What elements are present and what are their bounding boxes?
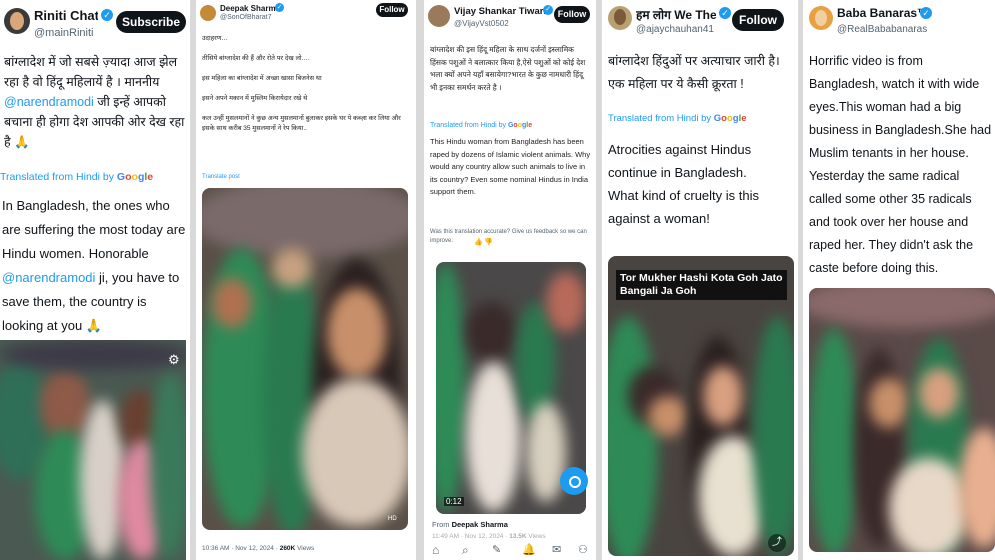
compose-icon[interactable]: ✎ (492, 543, 501, 556)
home-icon[interactable]: ⌂ (432, 543, 439, 557)
translated-text: Translated from Hindi by (430, 122, 506, 129)
translated-label[interactable]: Translated from Hindi by Google (608, 113, 747, 124)
notifications-icon[interactable]: 🔔 (522, 543, 536, 556)
post-text-hindi: उदाहरण… तीसिये बांग्लादेश की हैं और रोते… (202, 35, 401, 132)
from-name: Deepak Sharma (451, 520, 508, 529)
author-handle[interactable]: @SonOfBharat7 (220, 14, 271, 21)
video-caption: Tor Mukher Hashi Kota Goh Jato Bangali J… (616, 270, 787, 301)
tweet-card-riniti: Riniti Chatter... ✓ @mainRiniti Subscrib… (0, 0, 190, 560)
translation-feedback: Was this translation accurate? Give us f… (430, 229, 589, 244)
play-button[interactable] (560, 467, 588, 495)
view-count: 13.5K (509, 533, 527, 540)
views-label: Views (297, 545, 315, 552)
post-text-hindi: बांग्लादेश हिंदुओं पर अत्याचार जारी है। … (608, 54, 780, 91)
hd-badge: HD (388, 516, 397, 522)
avatar[interactable] (428, 5, 450, 27)
communities-icon[interactable]: ⚇ (578, 543, 588, 556)
author-name[interactable]: Deepak Sharma (220, 4, 280, 13)
verified-icon: ✓ (719, 7, 731, 19)
tweet-card-ajay: हम लोग We The... ✓ @ajaychauhan41 Follow… (602, 0, 798, 560)
follow-button[interactable]: Follow (376, 3, 408, 17)
post-text-english: Horrific video is from Bangladesh, watch… (809, 54, 995, 275)
subscribe-button[interactable]: Subscribe (116, 11, 186, 33)
post-text-hindi: बांग्लादेश में जो सबसे ज़्यादा आज झेल रह… (4, 55, 188, 149)
author-name[interactable]: Vijay Shankar Tiwari (454, 6, 546, 17)
verified-icon: ✓ (275, 3, 284, 12)
post-text-hindi: बांग्लादेश की इस हिंदू महिला के साथ दर्ज… (430, 45, 588, 92)
post-video[interactable] (608, 256, 794, 556)
post-timestamp: 11:49 AM · Nov 12, 2024 · 13.5K Views (432, 533, 546, 540)
post-timestamp: 10:36 AM · Nov 12, 2024 · 260K Views (202, 545, 314, 552)
from-attribution[interactable]: From Deepak Sharma (432, 520, 508, 529)
translated-label[interactable]: Translated from Hindi by Google (0, 171, 153, 183)
tweet-card-baba: Baba Banaras™ ✓ @RealBababanaras Horrifi… (803, 0, 995, 560)
follow-button[interactable]: Follow (554, 6, 590, 23)
avatar[interactable] (809, 6, 833, 30)
author-handle[interactable]: @VijayVst0502 (454, 19, 509, 28)
translated-text: Translated from Hindi by (0, 171, 114, 183)
view-count: 260K (279, 545, 296, 552)
verified-icon: ✓ (543, 5, 553, 15)
author-handle[interactable]: @RealBababanaras (837, 24, 927, 35)
post-video[interactable] (809, 288, 995, 552)
author-handle[interactable]: @ajaychauhan41 (636, 24, 714, 35)
tweet-card-vijay: Vijay Shankar Tiwari ✓ @VijayVst0502 Fol… (424, 0, 596, 560)
avatar[interactable] (608, 6, 632, 30)
views-label: Views (528, 533, 546, 540)
post-text-english: This Hindu woman from Bangladesh has bee… (430, 137, 593, 196)
verified-icon: ✓ (920, 7, 932, 19)
from-label: From (432, 520, 450, 529)
translated-label[interactable]: Translated from Hindi by Google (430, 122, 532, 129)
post-video[interactable] (0, 340, 186, 560)
author-handle[interactable]: @mainRiniti (34, 27, 93, 39)
avatar[interactable] (4, 8, 30, 34)
verified-icon: ✓ (101, 9, 113, 21)
post-text-english: Atrocities against Hindus continue in Ba… (608, 142, 759, 226)
google-logo: Google (116, 171, 154, 183)
thumbs-down-icon[interactable]: 👎 (484, 238, 493, 246)
messages-icon[interactable]: ✉ (552, 543, 561, 556)
follow-button[interactable]: Follow (732, 9, 784, 31)
avatar[interactable] (200, 5, 216, 21)
translated-text: Translated from Hindi by (608, 113, 712, 124)
author-name[interactable]: हम लोग We The... (636, 6, 716, 23)
thumbs-up-icon[interactable]: 👍 (474, 238, 483, 246)
post-text-english: In Bangladesh, the ones who are sufferin… (2, 198, 189, 333)
share-icon[interactable]: ⤴ (768, 534, 786, 552)
google-logo: Google (713, 113, 747, 124)
post-time: 11:49 AM · Nov 12, 2024 · (432, 533, 508, 540)
search-icon[interactable]: ⌕ (462, 543, 469, 558)
translate-post-link[interactable]: Translate post (202, 174, 240, 180)
video-duration: 0:12 (444, 497, 464, 506)
post-time: 10:36 AM · Nov 12, 2024 · (202, 545, 278, 552)
author-name[interactable]: Riniti Chatter... (34, 8, 98, 23)
gear-icon[interactable]: ⚙ (168, 352, 180, 368)
post-video[interactable] (202, 188, 408, 530)
tweet-card-deepak: Deepak Sharma ✓ @SonOfBharat7 Follow उदा… (196, 0, 416, 560)
google-logo: Google (507, 122, 533, 129)
author-name[interactable]: Baba Banaras™ (837, 6, 929, 20)
